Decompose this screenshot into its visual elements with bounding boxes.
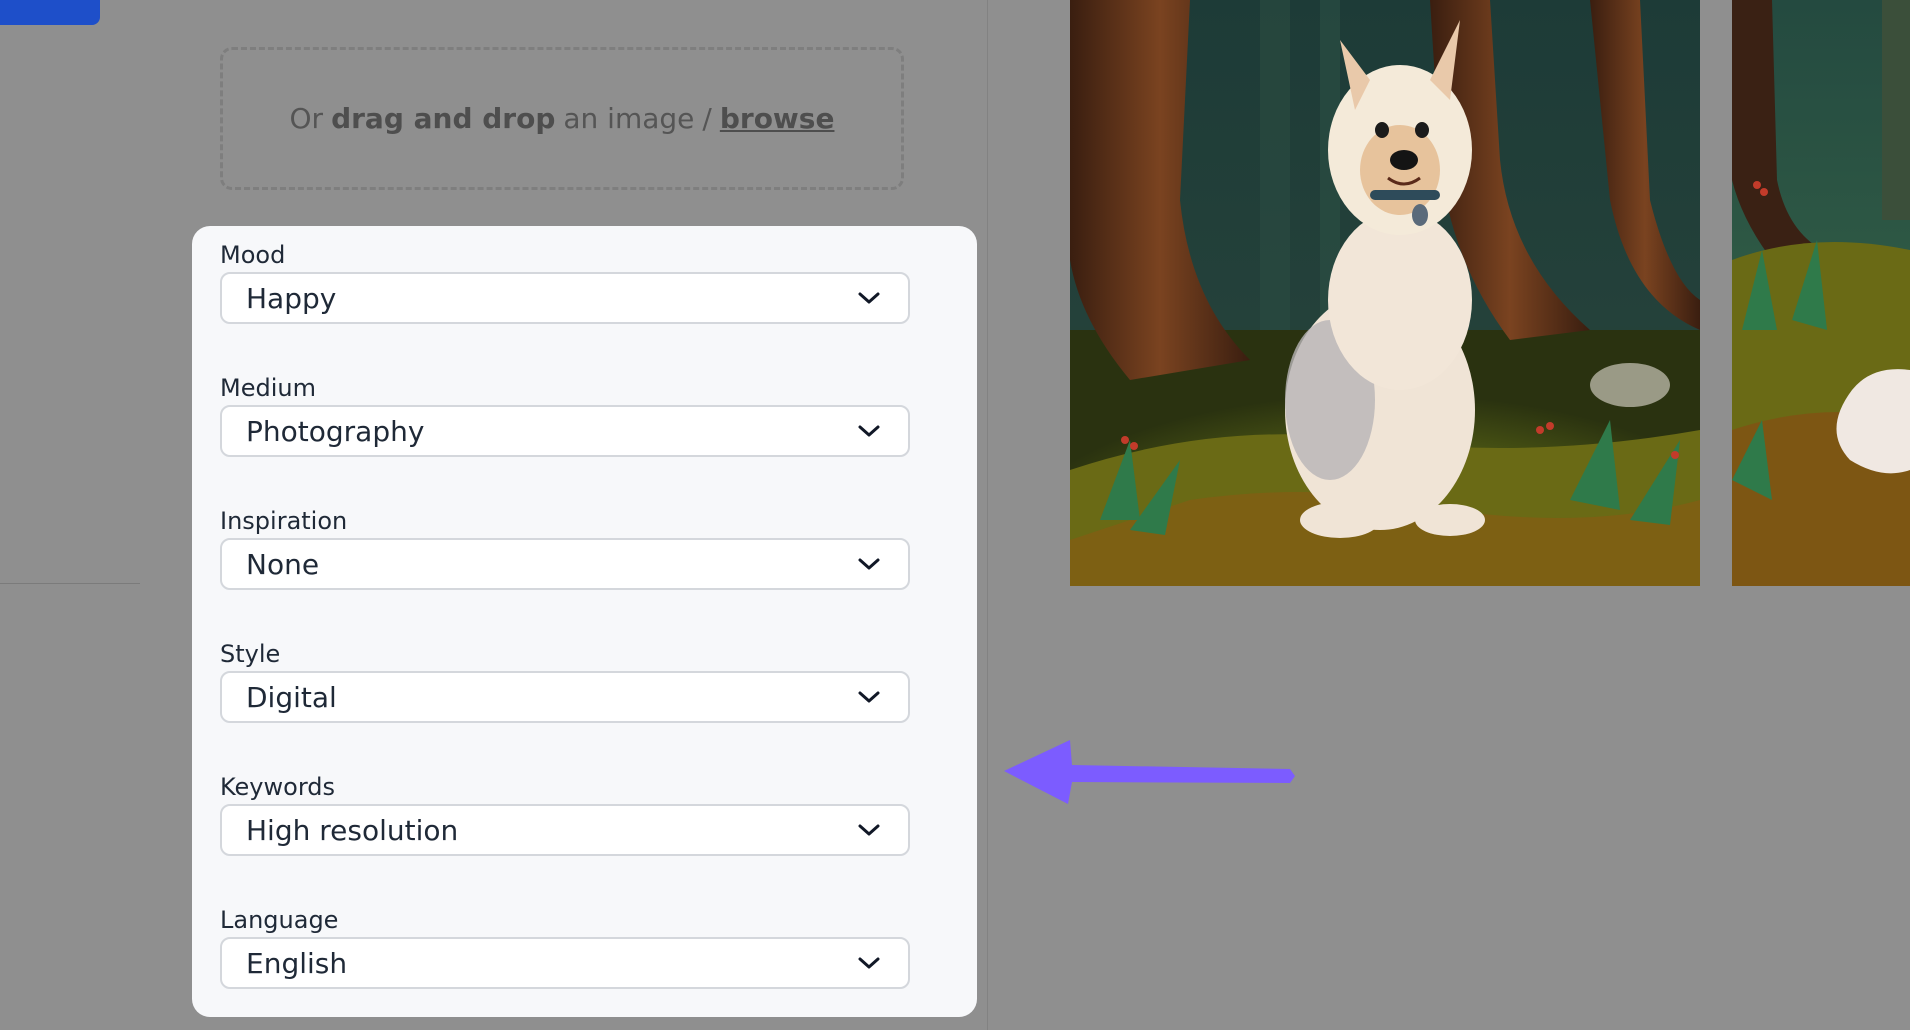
medium-field: Medium Photography: [220, 373, 910, 457]
inspiration-value: None: [246, 547, 320, 581]
column-divider: [987, 0, 988, 1030]
style-field: Style Digital: [220, 639, 910, 723]
keywords-field: Keywords High resolution: [220, 772, 910, 856]
options-panel: Mood Happy Medium Photography Inspiratio…: [192, 226, 977, 1017]
language-field: Language English: [220, 905, 910, 989]
arrow-left-icon: [1004, 740, 1295, 804]
left-divider: [0, 583, 140, 584]
medium-select[interactable]: Photography: [220, 405, 910, 457]
chevron-down-icon: [856, 950, 882, 976]
browse-link[interactable]: browse: [720, 102, 835, 135]
mood-field: Mood Happy: [220, 240, 910, 324]
style-select[interactable]: Digital: [220, 671, 910, 723]
chevron-down-icon: [856, 285, 882, 311]
mood-select[interactable]: Happy: [220, 272, 910, 324]
language-label: Language: [220, 906, 339, 934]
chevron-down-icon: [856, 418, 882, 444]
keywords-label: Keywords: [220, 773, 336, 801]
dog-painting-image: [1070, 0, 1700, 586]
chevron-down-icon: [856, 551, 882, 577]
medium-label: Medium: [220, 374, 316, 402]
medium-value: Photography: [246, 414, 425, 448]
dropzone-middle-text: an image: [563, 102, 695, 135]
keywords-value: High resolution: [246, 813, 459, 847]
chevron-down-icon: [856, 684, 882, 710]
inspiration-select[interactable]: None: [220, 538, 910, 590]
image-dropzone[interactable]: Or drag and drop an image / browse: [220, 47, 904, 190]
dropzone-prefix: Or: [289, 102, 324, 135]
app-root: Or drag and drop an image / browse Mood …: [0, 0, 1910, 1030]
mood-label: Mood: [220, 241, 286, 269]
mood-value: Happy: [246, 281, 337, 315]
inspiration-field: Inspiration None: [220, 506, 910, 590]
generate-button[interactable]: [0, 0, 100, 25]
dropzone-drag-drop-text: drag and drop: [331, 102, 556, 135]
dropzone-separator: /: [702, 102, 712, 135]
language-select[interactable]: English: [220, 937, 910, 989]
keywords-select[interactable]: High resolution: [220, 804, 910, 856]
generated-image-dog[interactable]: [1070, 0, 1700, 586]
forest-painting-image: [1732, 0, 1910, 586]
style-label: Style: [220, 640, 281, 668]
chevron-down-icon: [856, 817, 882, 843]
style-value: Digital: [246, 680, 337, 714]
language-value: English: [246, 946, 348, 980]
generated-image-forest[interactable]: [1732, 0, 1910, 586]
inspiration-label: Inspiration: [220, 507, 348, 535]
